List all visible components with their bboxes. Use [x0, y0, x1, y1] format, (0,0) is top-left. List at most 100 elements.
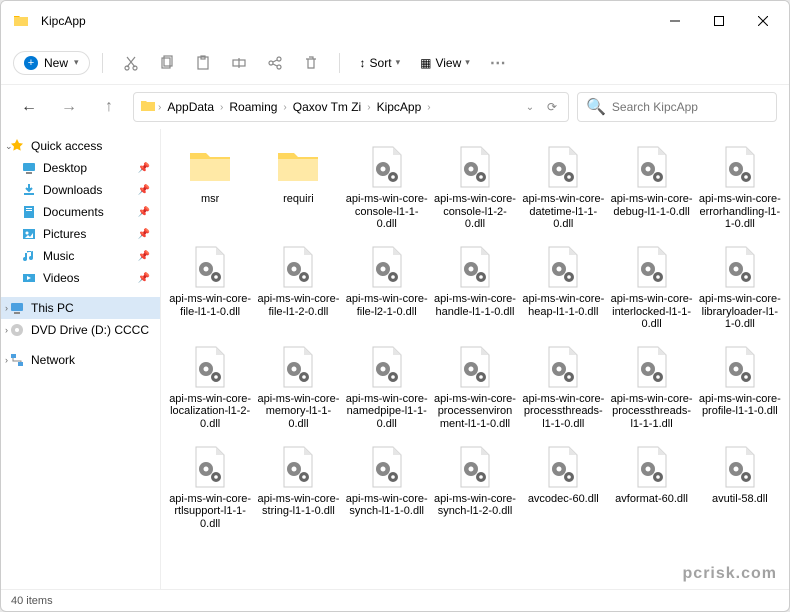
sidebar-item-label: Network	[31, 353, 75, 367]
new-button[interactable]: + New ▾	[13, 51, 90, 75]
rename-button[interactable]	[223, 47, 255, 79]
copy-button[interactable]	[151, 47, 183, 79]
more-button[interactable]: ⋯	[482, 47, 514, 79]
separator	[102, 53, 103, 73]
file-item[interactable]: api-ms-win-core-file-l1-2-0.dll	[255, 239, 341, 335]
dll-file-icon	[451, 443, 499, 491]
file-item[interactable]: api-ms-win-core-synch-l1-2-0.dll	[432, 439, 518, 535]
network-icon	[9, 352, 25, 368]
file-item[interactable]: api-ms-win-core-rtlsupport-l1-1-0.dll	[167, 439, 253, 535]
paste-button[interactable]	[187, 47, 219, 79]
maximize-button[interactable]	[697, 5, 741, 37]
file-item[interactable]: api-ms-win-core-localization-l1-2-0.dll	[167, 339, 253, 435]
view-label: View	[435, 56, 461, 70]
sidebar-this-pc[interactable]: › This PC	[1, 297, 160, 319]
up-button[interactable]: ↑	[93, 91, 125, 123]
file-name: api-ms-win-core-processthreads-l1-1-1.dl…	[610, 393, 692, 431]
view-button[interactable]: ▦ View ▾	[412, 52, 478, 74]
sidebar-item-documents[interactable]: Documents📌	[1, 201, 160, 223]
file-item[interactable]: api-ms-win-core-datetime-l1-1-0.dll	[520, 139, 606, 235]
file-item[interactable]: api-ms-win-core-file-l2-1-0.dll	[344, 239, 430, 335]
breadcrumb-segment[interactable]: Qaxov Tm Zi	[289, 98, 365, 116]
sidebar-item-music[interactable]: Music📌	[1, 245, 160, 267]
sidebar-item-label: Videos	[43, 271, 79, 285]
file-name: api-ms-win-core-debug-l1-1-0.dll	[610, 193, 692, 218]
file-name: avcodec-60.dll	[528, 493, 599, 506]
sort-button[interactable]: ↕ Sort ▾	[352, 52, 409, 74]
file-name: api-ms-win-core-interlocked-l1-1-0.dll	[610, 293, 692, 331]
sidebar-network[interactable]: › Network	[1, 349, 160, 371]
sidebar-item-label: DVD Drive (D:) CCCC	[31, 323, 149, 337]
cut-button[interactable]	[115, 47, 147, 79]
sidebar-item-label: Pictures	[43, 227, 86, 241]
file-item[interactable]: api-ms-win-core-file-l1-1-0.dll	[167, 239, 253, 335]
sidebar-item-desktop[interactable]: Desktop📌	[1, 157, 160, 179]
delete-button[interactable]	[295, 47, 327, 79]
file-item[interactable]: api-ms-win-core-interlocked-l1-1-0.dll	[608, 239, 694, 335]
share-button[interactable]	[259, 47, 291, 79]
dll-file-icon	[274, 343, 322, 391]
folder-icon	[13, 13, 29, 29]
sidebar-item-label: Quick access	[31, 139, 102, 153]
file-name: api-ms-win-core-heap-l1-1-0.dll	[522, 293, 604, 318]
file-item[interactable]: api-ms-win-core-namedpipe-l1-1-0.dll	[344, 339, 430, 435]
file-item[interactable]: api-ms-win-core-memory-l1-1-0.dll	[255, 339, 341, 435]
file-item[interactable]: avformat-60.dll	[608, 439, 694, 535]
file-item[interactable]: api-ms-win-core-console-l1-2-0.dll	[432, 139, 518, 235]
search-input[interactable]	[612, 100, 768, 114]
file-item[interactable]: avcodec-60.dll	[520, 439, 606, 535]
chevron-right-icon: ›	[367, 102, 370, 113]
documents-icon	[21, 204, 37, 220]
sidebar-item-label: Music	[43, 249, 74, 263]
dll-file-icon	[628, 243, 676, 291]
file-item[interactable]: api-ms-win-core-errorhandling-l1-1-0.dll	[697, 139, 783, 235]
sidebar-item-videos[interactable]: Videos 📌	[1, 267, 160, 289]
pin-icon: 📌	[138, 273, 150, 284]
file-item[interactable]: avutil-58.dll	[697, 439, 783, 535]
back-button[interactable]: ←	[13, 91, 45, 123]
pc-icon	[9, 300, 25, 316]
sidebar-item-downloads[interactable]: Downloads📌	[1, 179, 160, 201]
sidebar-dvd[interactable]: › DVD Drive (D:) CCCC	[1, 319, 160, 341]
forward-button[interactable]: →	[53, 91, 85, 123]
refresh-button[interactable]: ⟳	[542, 97, 562, 117]
file-item[interactable]: api-ms-win-core-heap-l1-1-0.dll	[520, 239, 606, 335]
folder-item[interactable]: msr	[167, 139, 253, 235]
file-item[interactable]: api-ms-win-core-string-l1-1-0.dll	[255, 439, 341, 535]
file-item[interactable]: api-ms-win-core-processenvironment-l1-1-…	[432, 339, 518, 435]
file-name: msr	[201, 193, 219, 206]
dll-file-icon	[716, 243, 764, 291]
dll-file-icon	[186, 243, 234, 291]
sidebar-quick-access[interactable]: ⌄ Quick access	[1, 135, 160, 157]
search-box[interactable]: 🔍	[577, 92, 777, 122]
file-item[interactable]: api-ms-win-core-libraryloader-l1-1-0.dll	[697, 239, 783, 335]
breadcrumb-segment[interactable]: AppData	[163, 98, 218, 116]
breadcrumb[interactable]: › AppData › Roaming › Qaxov Tm Zi › Kipc…	[133, 92, 569, 122]
file-item[interactable]: api-ms-win-core-handle-l1-1-0.dll	[432, 239, 518, 335]
titlebar: KipcApp	[1, 1, 789, 41]
pin-icon: 📌	[138, 185, 150, 196]
chevron-right-icon: ›	[158, 102, 161, 113]
dropdown-button[interactable]: ⌄	[520, 97, 540, 117]
sort-icon: ↕	[360, 56, 366, 70]
breadcrumb-segment[interactable]: Roaming	[225, 98, 281, 116]
file-item[interactable]: api-ms-win-core-synch-l1-1-0.dll	[344, 439, 430, 535]
new-label: New	[44, 56, 68, 70]
dll-file-icon	[539, 343, 587, 391]
file-item[interactable]: api-ms-win-core-profile-l1-1-0.dll	[697, 339, 783, 435]
close-button[interactable]	[741, 5, 785, 37]
file-view[interactable]: msr requiriapi-ms-win-core-console-l1-1-0…	[161, 129, 789, 589]
sidebar-item-label: This PC	[31, 301, 74, 315]
dll-file-icon	[363, 143, 411, 191]
separator	[339, 53, 340, 73]
sidebar-item-pictures[interactable]: Pictures📌	[1, 223, 160, 245]
file-item[interactable]: api-ms-win-core-processthreads-l1-1-0.dl…	[520, 339, 606, 435]
file-item[interactable]: api-ms-win-core-debug-l1-1-0.dll	[608, 139, 694, 235]
minimize-button[interactable]	[653, 5, 697, 37]
breadcrumb-segment[interactable]: KipcApp	[373, 98, 426, 116]
dll-file-icon	[716, 343, 764, 391]
file-item[interactable]: api-ms-win-core-processthreads-l1-1-1.dl…	[608, 339, 694, 435]
folder-item[interactable]: requiri	[255, 139, 341, 235]
sort-label: Sort	[370, 56, 392, 70]
file-item[interactable]: api-ms-win-core-console-l1-1-0.dll	[344, 139, 430, 235]
